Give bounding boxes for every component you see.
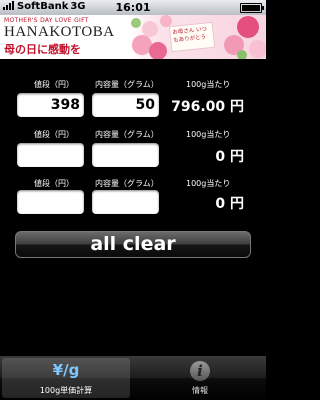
price-label: 値段（円） bbox=[34, 130, 74, 139]
per100-label: 100g当たり bbox=[186, 179, 231, 188]
result-3: 0 円 bbox=[215, 196, 244, 212]
volume-input-3[interactable] bbox=[92, 190, 159, 214]
price-label: 値段（円） bbox=[34, 179, 74, 188]
yen-per-gram-icon: ¥/g bbox=[52, 361, 80, 379]
result-2: 0 円 bbox=[215, 149, 244, 165]
all-clear-button[interactable]: all clear bbox=[15, 231, 251, 258]
per100-label: 100g当たり bbox=[186, 80, 231, 89]
volume-label: 内容量（グラム） bbox=[95, 179, 159, 188]
tab-bar: ¥/g 100g単価計算 i 情報 bbox=[0, 356, 266, 400]
price-input-1[interactable]: 398 bbox=[17, 93, 84, 117]
status-bar: SoftBank 3G 16:01 bbox=[0, 0, 266, 15]
tab-label: 情報 bbox=[192, 386, 208, 395]
volume-label: 内容量（グラム） bbox=[95, 130, 159, 139]
banner-message-card: お母さん いつもありがとう bbox=[168, 21, 216, 53]
volume-input-2[interactable] bbox=[92, 143, 159, 167]
per100-label: 100g当たり bbox=[186, 130, 231, 139]
banner-subtitle: MOTHER'S DAY LOVE GIFT bbox=[4, 17, 89, 24]
banner-brand: HANAKOTOBA bbox=[4, 24, 115, 40]
banner-ad[interactable]: MOTHER'S DAY LOVE GIFT HANAKOTOBA 母の日に感動… bbox=[0, 15, 266, 59]
tab-unit-price[interactable]: ¥/g 100g単価計算 bbox=[2, 358, 130, 398]
volume-input-1[interactable]: 50 bbox=[92, 93, 159, 117]
price-label: 値段（円） bbox=[34, 80, 74, 89]
result-1: 796.00 円 bbox=[171, 99, 244, 115]
tab-info[interactable]: i 情報 bbox=[136, 358, 264, 398]
banner-headline: 母の日に感動を bbox=[4, 43, 81, 56]
price-input-2[interactable] bbox=[17, 143, 84, 167]
battery-icon bbox=[240, 3, 264, 13]
clock: 16:01 bbox=[115, 1, 151, 14]
tab-label: 100g単価計算 bbox=[39, 386, 93, 395]
info-icon: i bbox=[190, 361, 210, 381]
volume-label: 内容量（グラム） bbox=[95, 80, 159, 89]
price-input-3[interactable] bbox=[17, 190, 84, 214]
